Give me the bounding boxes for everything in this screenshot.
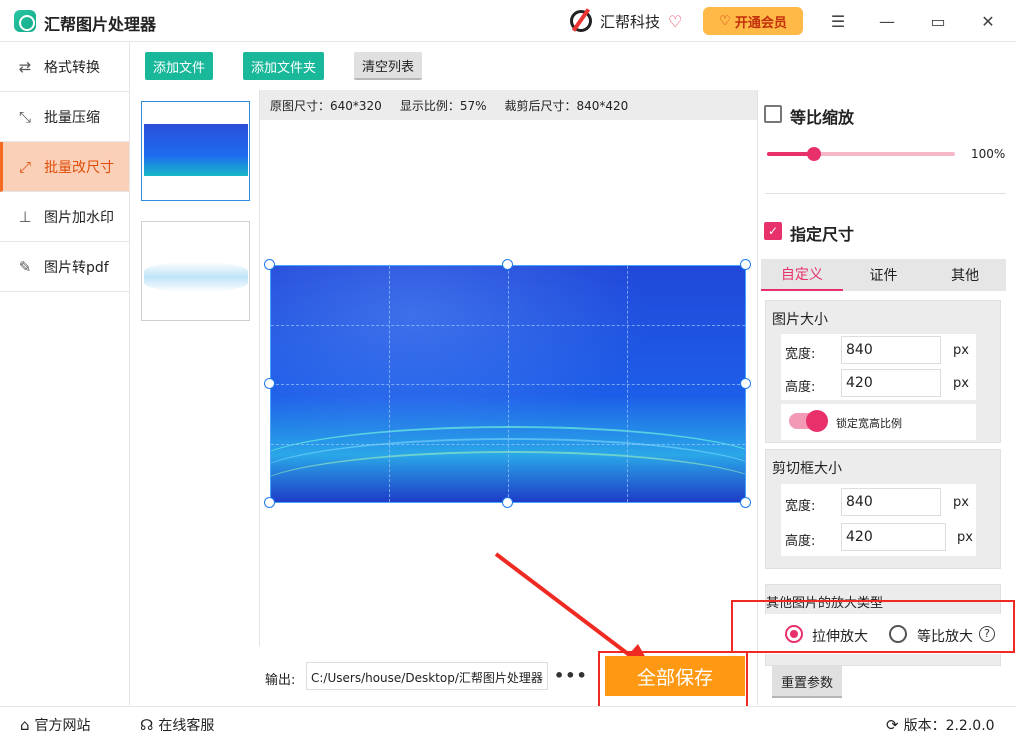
tab-id-photo[interactable]: 证件: [843, 259, 925, 291]
crop-handle[interactable]: [264, 378, 275, 389]
display-ratio: 显示比例：57%: [399, 98, 487, 113]
crop-width-input[interactable]: 840: [841, 488, 941, 516]
lock-ratio-toggle-knob[interactable]: [806, 410, 828, 432]
specify-size-checkbox[interactable]: ✓: [764, 222, 782, 240]
crop-handle[interactable]: [740, 378, 751, 389]
sidebar-item-label: 格式转换: [44, 59, 100, 76]
unit-label: px: [953, 376, 969, 391]
unit-label: px: [953, 343, 969, 358]
tab-other[interactable]: 其他: [924, 259, 1006, 291]
crop-handle[interactable]: [740, 497, 751, 508]
unit-label: px: [953, 495, 969, 510]
crop-handle[interactable]: [502, 259, 513, 270]
clear-list-button[interactable]: 清空列表: [354, 52, 423, 80]
crop-height-input[interactable]: 420: [841, 523, 946, 551]
brand-logo-icon: [570, 10, 592, 32]
official-site-label: 官方网站: [34, 718, 91, 734]
browse-button[interactable]: •••: [554, 666, 588, 685]
menu-icon[interactable]: ☰: [824, 8, 852, 34]
online-support-link[interactable]: ☊ 在线客服: [140, 715, 214, 735]
crop-handle[interactable]: [264, 259, 275, 270]
unit-label: px: [957, 530, 973, 545]
crop-handle[interactable]: [740, 259, 751, 270]
lock-ratio-label: 锁定宽高比例: [836, 417, 902, 430]
version-info[interactable]: ⟳ 版本：2.2.0.0: [886, 715, 995, 735]
thumbnail-2[interactable]: [141, 221, 250, 321]
thumbnail-image: [144, 262, 248, 292]
scale-percent: 100%: [971, 147, 1006, 161]
title-bar: 汇帮图片处理器 汇帮科技 ♡ ♡ 开通会员 ☰ — ▭ ✕: [0, 0, 1016, 42]
close-button[interactable]: ✕: [974, 8, 1002, 34]
crop-size-title: 剪切框大小: [772, 461, 842, 477]
width-label: 宽度:: [785, 499, 816, 514]
crop-handle[interactable]: [502, 497, 513, 508]
app-logo-icon: [14, 10, 36, 32]
output-label: 输出:: [265, 673, 296, 688]
cropped-size: 裁剪后尺寸：840*420: [504, 98, 629, 113]
sidebar: ⇄ 格式转换 ⤡ 批量压缩 ⤢ 批量改尺寸 ⊥ 图片加水印 ✎ 图片转pdf: [0, 42, 130, 705]
sidebar-item-resize[interactable]: ⤢ 批量改尺寸: [0, 142, 129, 192]
enlarge-highlight-box: [731, 600, 1015, 653]
specify-size-label: 指定尺寸: [790, 225, 855, 244]
heart-icon: ♡: [719, 13, 731, 29]
brand: 汇帮科技 ♡: [570, 9, 682, 33]
brand-name: 汇帮科技: [600, 12, 661, 31]
add-folder-button[interactable]: 添加文件夹: [243, 52, 325, 80]
divider: [765, 193, 1006, 194]
scale-slider-handle[interactable]: [807, 147, 821, 161]
format-convert-icon: ⇄: [18, 57, 32, 76]
home-icon: ⌂: [20, 716, 30, 734]
preview-image[interactable]: [270, 265, 746, 503]
output-path-field[interactable]: C:/Users/house/Desktop/汇帮图片处理器: [306, 662, 548, 690]
sidebar-item-format-convert[interactable]: ⇄ 格式转换: [0, 42, 129, 92]
thumbnail-1[interactable]: [141, 101, 250, 201]
vip-label: 开通会员: [734, 15, 787, 31]
status-bar: ⌂ 官方网站 ☊ 在线客服 ⟳ 版本：2.2.0.0: [0, 706, 1016, 739]
official-site-link[interactable]: ⌂ 官方网站: [20, 715, 91, 735]
crop-guide: [271, 325, 745, 326]
size-tabs: 自定义 证件 其他: [761, 259, 1006, 291]
compress-icon: ⤡: [18, 107, 31, 126]
reset-params-button[interactable]: 重置参数: [772, 666, 842, 698]
maximize-button[interactable]: ▭: [924, 8, 952, 34]
pdf-icon: ✎: [18, 257, 32, 276]
sidebar-item-label: 批量改尺寸: [44, 159, 114, 176]
refresh-icon: ⟳: [886, 716, 899, 734]
headset-icon: ☊: [140, 716, 154, 734]
height-label: 高度:: [785, 534, 816, 549]
resize-icon: ⤢: [18, 157, 31, 176]
image-height-input[interactable]: 420: [841, 369, 941, 397]
sidebar-item-label: 批量压缩: [44, 109, 100, 126]
image-width-input[interactable]: 840: [841, 336, 941, 364]
add-file-button[interactable]: 添加文件: [145, 52, 214, 80]
sidebar-item-compress[interactable]: ⤡ 批量压缩: [0, 92, 129, 142]
thumbnail-image: [144, 124, 248, 176]
heart-shield-icon: ♡: [668, 11, 683, 31]
minimize-button[interactable]: —: [873, 8, 901, 34]
app-title: 汇帮图片处理器: [44, 15, 157, 34]
height-label: 高度:: [785, 380, 816, 395]
image-info-bar: 原图尺寸：640*320 显示比例：57% 裁剪后尺寸：840*420: [260, 90, 757, 120]
sidebar-item-label: 图片加水印: [44, 209, 114, 226]
original-size: 原图尺寸：640*320: [270, 98, 382, 113]
online-support-label: 在线客服: [158, 718, 215, 734]
width-label: 宽度:: [785, 347, 816, 362]
watermark-icon: ⊥: [18, 207, 32, 226]
sidebar-item-watermark[interactable]: ⊥ 图片加水印: [0, 192, 129, 242]
proportional-scale-label: 等比缩放: [790, 108, 855, 127]
version-label: 版本：2.2.0.0: [903, 718, 995, 734]
save-highlight-box: [598, 651, 748, 708]
sidebar-item-pdf[interactable]: ✎ 图片转pdf: [0, 242, 129, 292]
crop-guide: [271, 384, 745, 385]
proportional-scale-checkbox[interactable]: [764, 105, 782, 123]
image-size-title: 图片大小: [772, 312, 828, 328]
crop-guide: [271, 444, 745, 445]
sidebar-item-label: 图片转pdf: [44, 259, 109, 276]
vip-button[interactable]: ♡ 开通会员: [703, 7, 803, 35]
crop-handle[interactable]: [264, 497, 275, 508]
tab-custom[interactable]: 自定义: [761, 259, 843, 291]
